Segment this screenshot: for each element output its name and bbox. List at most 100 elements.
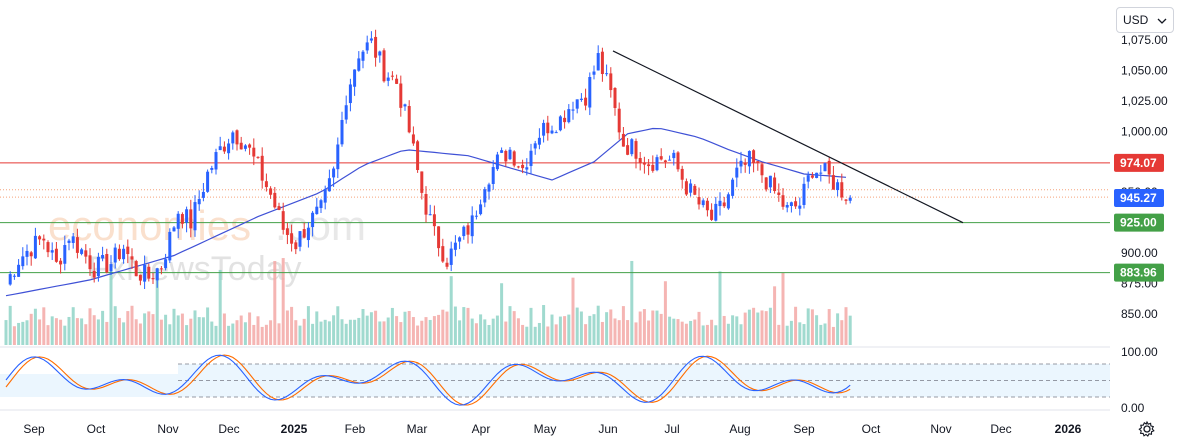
candle-body [487, 184, 491, 192]
volume-bar [785, 325, 789, 345]
candle-body [458, 237, 462, 242]
candle-body [655, 157, 659, 171]
volume-bar [504, 321, 508, 345]
candle-body [29, 252, 33, 257]
volume-bar [794, 306, 798, 345]
candle-body [138, 274, 142, 281]
candle-body [575, 99, 579, 109]
volume-bar [735, 316, 739, 345]
volume-bar [584, 324, 588, 345]
price-chart[interactable]: economies .com FxNewsToday 100.00 0.00 1,… [0, 0, 1182, 447]
candle-body [474, 215, 478, 217]
volume-bar [218, 269, 222, 345]
candle-body [365, 42, 369, 51]
candle-body [168, 231, 172, 261]
stoch-axis-label: 0.00 [1121, 401, 1145, 415]
candle-body [395, 78, 399, 84]
volume-bar [21, 321, 25, 345]
volume-bar [420, 320, 424, 345]
volume-bar [109, 271, 113, 345]
candle-body [336, 144, 340, 170]
volume-bar [705, 324, 709, 345]
volume-bar [432, 316, 436, 345]
volume-bar [693, 319, 697, 345]
candle-body [483, 189, 487, 203]
volume-bar [848, 315, 852, 345]
volume-bar [361, 309, 365, 345]
volume-bar [42, 307, 46, 345]
volume-bar [180, 313, 184, 345]
candle-body [470, 215, 474, 237]
candle-body [424, 194, 428, 215]
time-tick-label: Dec [218, 422, 239, 436]
volume-bar [113, 306, 117, 345]
volume-bar [626, 320, 630, 345]
candle-body [567, 109, 571, 123]
candle-body [252, 147, 256, 157]
volume-bar [38, 319, 42, 345]
candle-body [75, 237, 79, 253]
volume-bar [302, 318, 306, 345]
volume-bar [550, 314, 554, 345]
volume-bar [739, 324, 743, 345]
volume-bar [235, 320, 239, 345]
volume-bar [101, 310, 105, 345]
volume-bar [487, 324, 491, 345]
candle-body [353, 69, 357, 87]
volume-bar [491, 318, 495, 345]
candle-body [647, 164, 651, 167]
candle-body [726, 194, 730, 209]
volume-bar [382, 321, 386, 345]
candle-body [479, 204, 483, 215]
candle-body [605, 73, 609, 75]
volume-bar [684, 323, 688, 345]
candle-body [659, 156, 663, 160]
price-tags: 974.07 925.00 883.96 945.27 [1114, 153, 1164, 282]
volume-bar [756, 312, 760, 345]
currency-selector[interactable]: USD [1116, 7, 1174, 33]
candle-body [231, 132, 235, 144]
gear-icon[interactable] [1138, 420, 1156, 438]
volume-bar [710, 319, 714, 345]
candle-body [17, 264, 21, 277]
volume-bar [630, 260, 634, 345]
volume-bar [747, 309, 751, 345]
candle-body [550, 130, 554, 134]
candle-body [626, 145, 630, 155]
candle-body [67, 240, 71, 243]
volume-bar [722, 315, 726, 345]
candle-body [752, 150, 756, 163]
volume-bar [374, 310, 378, 345]
candle-body [222, 146, 226, 152]
candle-body [399, 83, 403, 108]
candle-body [689, 183, 693, 193]
volume-bar [369, 312, 373, 345]
candle-body [46, 242, 50, 253]
candle-body [491, 167, 495, 184]
volume-bar [773, 286, 777, 345]
volume-bar [655, 310, 659, 345]
volume-bar [428, 319, 432, 345]
volume-bar [621, 306, 625, 345]
volume-bar [336, 306, 340, 345]
volume-bar [827, 309, 831, 345]
volume-bar [600, 321, 604, 345]
volume-bar [731, 315, 735, 345]
volume-bar [4, 320, 8, 345]
volume-bar [63, 325, 67, 345]
candle-body [609, 73, 613, 91]
volume-bar [29, 313, 33, 345]
price-tick-label: 1,000.00 [1121, 124, 1168, 138]
candle-body [382, 50, 386, 82]
volume-bar [718, 271, 722, 345]
candle-body [323, 188, 327, 203]
candle-body [827, 160, 831, 175]
volume-bar [676, 319, 680, 345]
volume-bar [231, 323, 235, 345]
price-tick-label: 900.00 [1121, 246, 1158, 260]
trendline[interactable] [612, 50, 964, 224]
volume-bar [752, 307, 756, 345]
volume-bar [521, 324, 525, 345]
candle-body [348, 84, 352, 104]
time-tick-label: Oct [87, 422, 106, 436]
